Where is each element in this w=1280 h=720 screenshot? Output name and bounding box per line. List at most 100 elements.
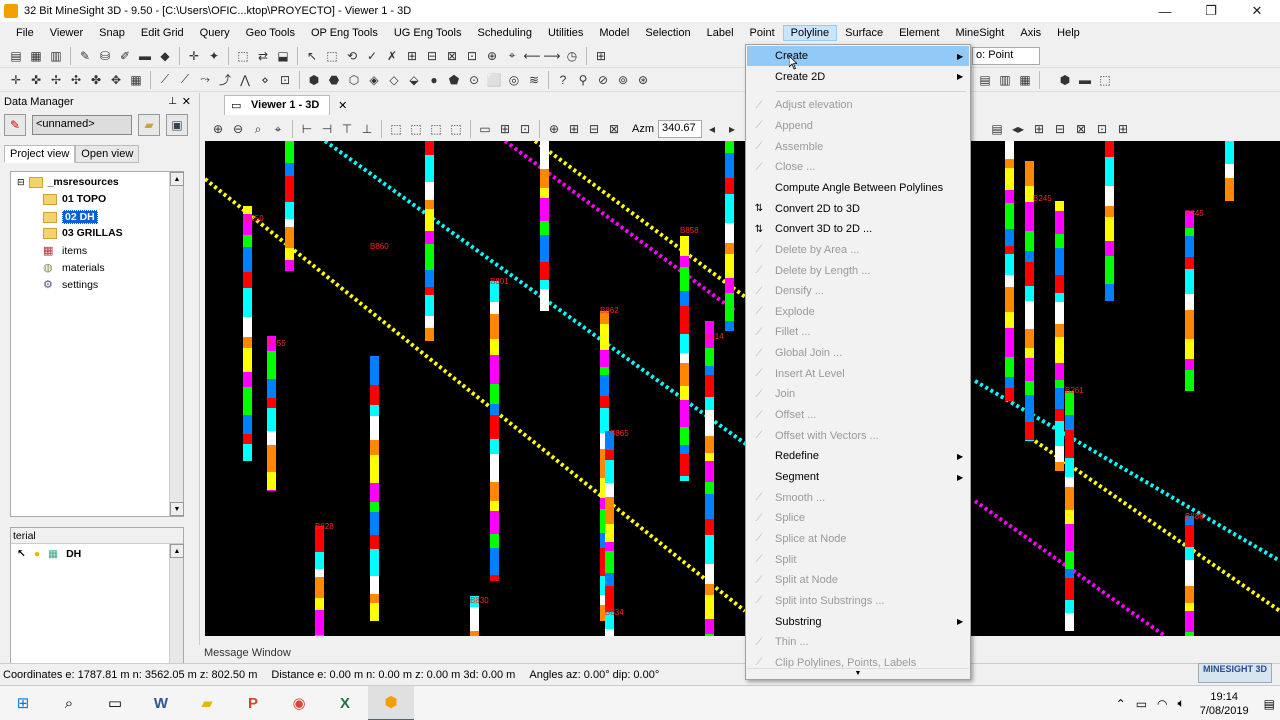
tb2-right-tool-4-icon[interactable]: ⬢ xyxy=(1056,71,1074,89)
tb2-tool-3-icon[interactable]: ✣ xyxy=(67,71,85,89)
explorer-task[interactable]: ▰ xyxy=(184,686,230,720)
menu-item-adjust-elevation[interactable]: ⟋ Adjust elevation xyxy=(747,95,969,115)
tb1-tool-21-icon[interactable]: ✗ xyxy=(383,47,401,65)
start-button[interactable]: ⊞ xyxy=(0,686,46,720)
menu-query[interactable]: Query xyxy=(192,25,238,41)
close-window-button[interactable]: ✕ xyxy=(1234,0,1280,22)
tb1-tool-8-icon[interactable]: ◆ xyxy=(156,47,174,65)
tb2-tool-2-icon[interactable]: ✢ xyxy=(47,71,65,89)
menu-item-densify[interactable]: ⟋ Densify ... xyxy=(747,281,969,301)
collapse-icon[interactable]: ⊟ xyxy=(17,177,25,188)
tb2-tool-23-icon[interactable]: ⬟ xyxy=(445,71,463,89)
azimuth-input[interactable]: 340.67 xyxy=(658,120,702,138)
viewer-tool-22-icon[interactable]: ⊠ xyxy=(605,120,623,138)
menu-utilities[interactable]: Utilities xyxy=(540,25,591,41)
tb2-right-tool-0-icon[interactable]: ▤ xyxy=(976,71,994,89)
tb1-tool-15-icon[interactable]: ⬓ xyxy=(274,47,292,65)
menu-polyline[interactable]: Polyline xyxy=(782,24,838,41)
chrome-task[interactable]: ◉ xyxy=(276,686,322,720)
tb2-tool-20-icon[interactable]: ◇ xyxy=(385,71,403,89)
tb2-right-tool-6-icon[interactable]: ⬚ xyxy=(1096,71,1114,89)
menu-item-insert-at-level[interactable]: ⟋ Insert At Level xyxy=(747,364,969,384)
tb2-tool-12-icon[interactable]: ⋀ xyxy=(236,71,254,89)
menu-item-delete-by-length[interactable]: ⟋ Delete by Length ... xyxy=(747,261,969,281)
viewer-tool-7-icon[interactable]: ⊤ xyxy=(338,120,356,138)
tb1-tool-30-icon[interactable]: ◷ xyxy=(563,47,581,65)
menu-axis[interactable]: Axis xyxy=(1012,25,1049,41)
tb2-right-tool-5-icon[interactable]: ▬ xyxy=(1076,71,1094,89)
tb1-tool-6-icon[interactable]: ✐ xyxy=(116,47,134,65)
tb2-tool-21-icon[interactable]: ⬙ xyxy=(405,71,423,89)
tb1-tool-20-icon[interactable]: ✓ xyxy=(363,47,381,65)
viewer-canvas[interactable]: B855 B860 B858 B862 B865 B828 B830 B834 B245 B845… xyxy=(205,141,1280,636)
viewer-tool-20-icon[interactable]: ⊞ xyxy=(565,120,583,138)
menu-geo-tools[interactable]: Geo Tools xyxy=(238,25,303,41)
tb1-tool-7-icon[interactable]: ▬ xyxy=(136,47,154,65)
tree-item-items[interactable]: ▦ items xyxy=(43,244,87,258)
scroll-down-arrow[interactable]: ▼ xyxy=(170,502,184,516)
tb1-tool-29-icon[interactable]: ⟶ xyxy=(543,47,561,65)
battery-icon[interactable]: ▭ xyxy=(1136,697,1147,711)
menu-item-split[interactable]: ⟋ Split xyxy=(747,550,969,570)
tree-item-settings[interactable]: ⚙ settings xyxy=(43,278,98,292)
viewer-right-tool-0-icon[interactable]: ▤ xyxy=(988,120,1006,138)
tb1-tool-18-icon[interactable]: ⬚ xyxy=(323,47,341,65)
tb2-tool-11-icon[interactable]: ⤴ xyxy=(216,71,234,89)
viewer-tool-0-icon[interactable]: ⊕ xyxy=(209,120,227,138)
task-view-button[interactable]: ▭ xyxy=(92,686,138,720)
viewer-tool-3-icon[interactable]: ⌖ xyxy=(269,120,287,138)
menu-item-delete-by-area[interactable]: ⟋ Delete by Area ... xyxy=(747,240,969,260)
viewer-right-tool-1-icon[interactable]: ◂▸ xyxy=(1009,120,1027,138)
menu-item-redefine[interactable]: Redefine ▶ xyxy=(747,446,969,466)
menu-op-eng-tools[interactable]: OP Eng Tools xyxy=(303,25,386,41)
tb2-tool-29-icon[interactable]: ? xyxy=(554,71,572,89)
viewer-tool-6-icon[interactable]: ⊣ xyxy=(318,120,336,138)
chevron-up-icon[interactable]: ⌃ xyxy=(1116,697,1126,711)
tb1-tool-23-icon[interactable]: ⊟ xyxy=(423,47,441,65)
menu-viewer[interactable]: Viewer xyxy=(42,25,91,41)
minesight-task[interactable]: ⬢ xyxy=(368,685,414,720)
menu-item-global-join[interactable]: ⟋ Global Join ... xyxy=(747,343,969,363)
excel-task[interactable]: X xyxy=(322,686,368,720)
viewer-tool-8-icon[interactable]: ⊥ xyxy=(358,120,376,138)
tree-item-03-grillas[interactable]: 03 GRILLAS xyxy=(43,227,123,239)
viewer-tool-12-icon[interactable]: ⬚ xyxy=(427,120,445,138)
tb1-tool-26-icon[interactable]: ⊕ xyxy=(483,47,501,65)
network-icon[interactable]: ◠ xyxy=(1157,697,1167,711)
azimuth-decrease-icon[interactable]: ◂ xyxy=(703,120,721,138)
viewer-right-tool-3-icon[interactable]: ⊟ xyxy=(1051,120,1069,138)
tree-item--msresources[interactable]: ⊟ _msresources xyxy=(17,176,119,188)
tb1-tool-17-icon[interactable]: ↖ xyxy=(303,47,321,65)
menu-minesight[interactable]: MineSight xyxy=(947,25,1012,41)
tb2-tool-6-icon[interactable]: ▦ xyxy=(127,71,145,89)
menu-item-offset[interactable]: ⟋ Offset ... xyxy=(747,405,969,425)
viewer-tool-5-icon[interactable]: ⊢ xyxy=(298,120,316,138)
volume-icon[interactable]: 🔈︎ xyxy=(1178,696,1185,711)
tb2-tool-26-icon[interactable]: ◎ xyxy=(505,71,523,89)
open-folder-button[interactable]: ▰ xyxy=(138,114,160,136)
menu-item-compute-angle-between-polylines[interactable]: Compute Angle Between Polylines xyxy=(747,178,969,198)
tb2-tool-5-icon[interactable]: ✥ xyxy=(107,71,125,89)
tb1-tool-28-icon[interactable]: ⟵ xyxy=(523,47,541,65)
menu-item-append[interactable]: ⟋ Append xyxy=(747,116,969,136)
tb2-tool-24-icon[interactable]: ⊙ xyxy=(465,71,483,89)
tb1-tool-25-icon[interactable]: ⊡ xyxy=(463,47,481,65)
filter-button[interactable]: ✎ xyxy=(4,114,26,136)
menu-item-segment[interactable]: Segment ▶ xyxy=(747,467,969,487)
menu-snap[interactable]: Snap xyxy=(91,25,133,41)
menu-scroll-down-arrow[interactable]: ▼ xyxy=(747,668,969,678)
menu-element[interactable]: Element xyxy=(891,25,947,41)
search-button[interactable]: ⌕ xyxy=(46,686,92,720)
viewer-tool-2-icon[interactable]: ⌕ xyxy=(249,120,267,138)
menu-item-splice-at-node[interactable]: ⟋ Splice at Node xyxy=(747,529,969,549)
pin-icon[interactable]: ⊥ xyxy=(168,96,177,107)
restore-button[interactable]: ❐ xyxy=(1188,0,1234,22)
menu-selection[interactable]: Selection xyxy=(637,25,698,41)
menu-surface[interactable]: Surface xyxy=(837,25,891,41)
powerpoint-task[interactable]: P xyxy=(230,686,276,720)
azimuth-increase-icon[interactable]: ▸ xyxy=(723,120,741,138)
mat-scroll-up-arrow[interactable]: ▲ xyxy=(170,544,184,558)
menu-help[interactable]: Help xyxy=(1049,25,1088,41)
tb2-tool-1-icon[interactable]: ✜ xyxy=(27,71,45,89)
menu-point[interactable]: Point xyxy=(742,25,783,41)
